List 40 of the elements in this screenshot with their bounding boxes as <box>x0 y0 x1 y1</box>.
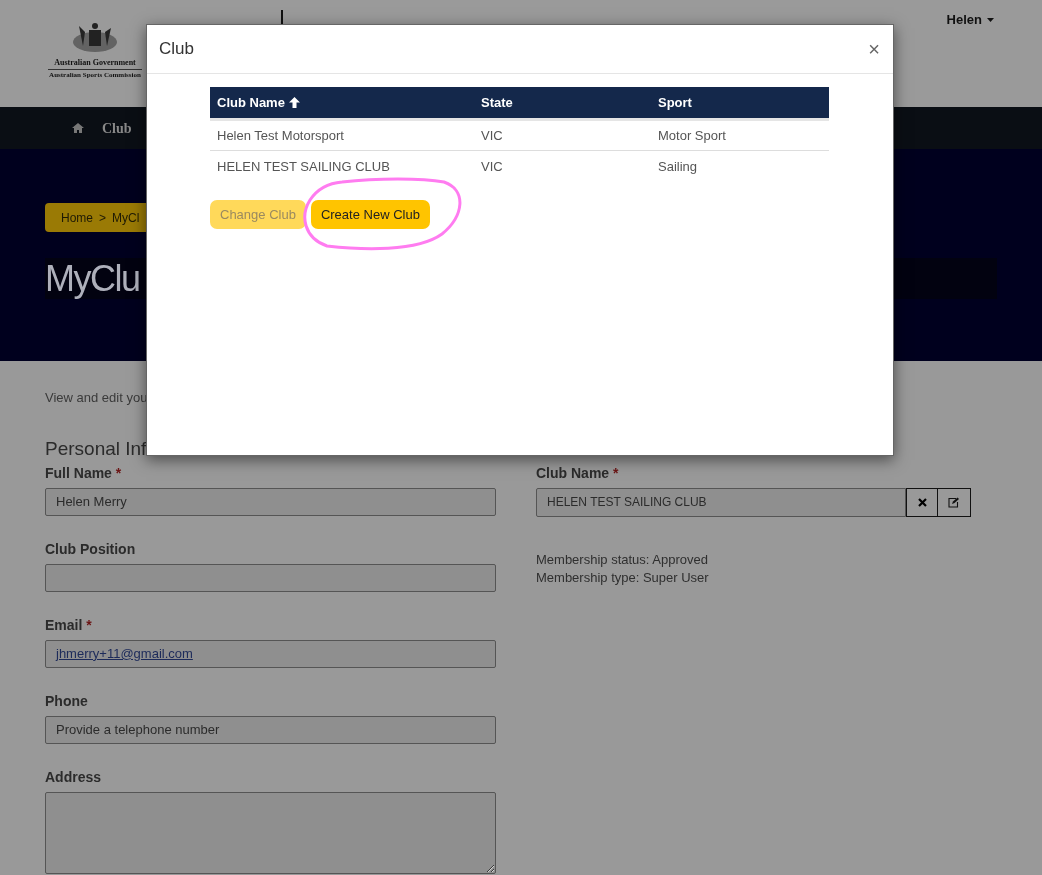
text-field[interactable]: Provide a telephone number <box>45 715 496 744</box>
table-cell: Helen Test Motorsport <box>217 127 344 143</box>
club-name-field[interactable]: HELEN TEST SAILING CLUB <box>536 487 906 517</box>
breadcrumb-separator: > <box>99 209 107 227</box>
table-cell: Motor Sport <box>658 127 726 143</box>
field-label: Club Name * <box>536 463 620 482</box>
club-button[interactable]: Create New Club <box>310 200 430 229</box>
close-button[interactable]: × <box>868 39 881 59</box>
membership-text: Membership status: Approved <box>536 550 709 569</box>
nav-link[interactable]: Club <box>102 117 132 139</box>
column-header[interactable]: State <box>481 92 513 113</box>
close-icon <box>917 497 927 507</box>
breadcrumb-link[interactable]: MyCl <box>112 208 140 227</box>
email-field[interactable]: jhmerry+11@gmail.com <box>45 639 496 668</box>
field-label: Full Name * <box>45 463 123 482</box>
column-header[interactable]: Sport <box>658 92 692 113</box>
text-field[interactable] <box>45 563 496 592</box>
field-label: Club Position <box>45 539 137 558</box>
clear-button[interactable] <box>906 487 938 517</box>
home-icon[interactable] <box>72 123 84 133</box>
edit-button[interactable] <box>938 487 971 517</box>
page-title: MyClu <box>45 258 140 299</box>
edit-icon <box>948 496 960 508</box>
column-header[interactable]: Club Name <box>217 92 300 113</box>
user-menu[interactable]: Helen <box>946 10 994 30</box>
address-field[interactable] <box>45 791 496 874</box>
text-field[interactable]: Helen Merry <box>45 487 496 516</box>
section-title: Personal Inf <box>45 437 148 460</box>
breadcrumb-link[interactable]: Home <box>61 208 93 227</box>
logo-text: Australian Government <box>54 58 136 68</box>
table-cell: HELEN TEST SAILING CLUB <box>217 158 390 174</box>
dialog-title: Club <box>159 38 194 61</box>
caret-icon <box>987 17 994 22</box>
table-cell: VIC <box>481 127 503 143</box>
field-label: Email * <box>45 615 93 634</box>
field-label: Phone <box>45 691 89 710</box>
field-label: Address <box>45 767 103 786</box>
membership-text: Membership type: Super User <box>536 568 710 587</box>
table-cell: VIC <box>481 158 503 174</box>
table-cell: Sailing <box>658 158 698 174</box>
